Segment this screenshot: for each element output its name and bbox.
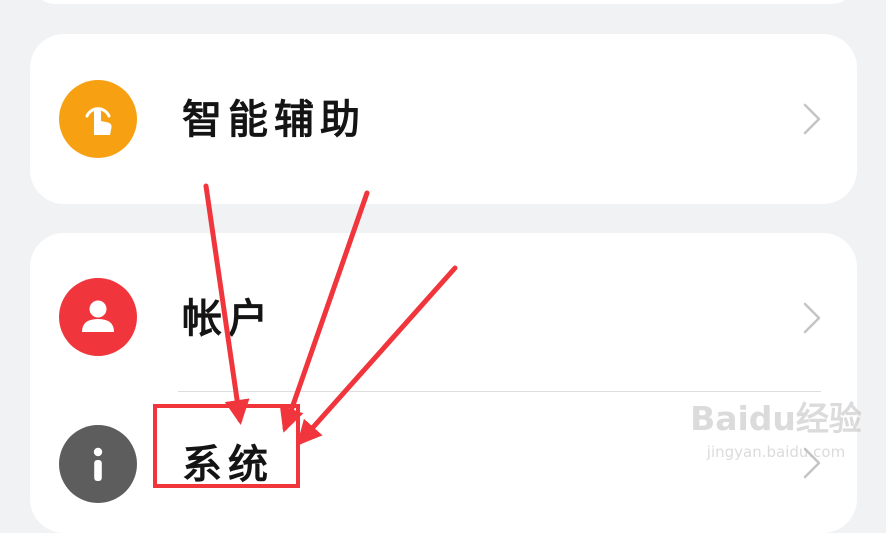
watermark-logo: Baidu经验 [690, 399, 862, 438]
annotation-arrow [279, 190, 370, 433]
annotation-arrow [203, 183, 250, 425]
annotation-arrow [296, 265, 458, 446]
watermark: Baidu经验 jingyan.baidu.com [676, 402, 876, 482]
watermark-url: jingyan.baidu.com [706, 443, 846, 461]
